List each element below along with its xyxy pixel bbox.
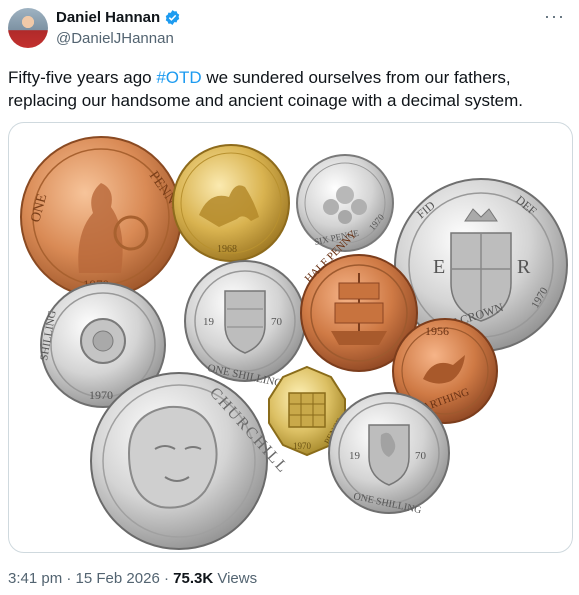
sovereign-year: 1968	[217, 244, 237, 255]
farthing-year: 1956	[425, 324, 449, 338]
threepence-year: 1970	[293, 441, 312, 451]
shilling-scottish-year-2: 70	[415, 450, 427, 462]
coins-photo: ONE PENNY 1970 1968 SIX PENCE 1970	[20, 136, 568, 550]
coin-sovereign: 1968	[172, 144, 290, 262]
half-crown-r: R	[517, 256, 531, 278]
coin-churchill-crown: CHURCHILL	[90, 372, 292, 550]
half-crown-e: E	[433, 256, 445, 278]
author-handle[interactable]: @DanielJHannan	[56, 30, 174, 47]
coin-shilling-scottish: 19 70 ONE SHILLING	[328, 392, 450, 516]
verified-badge-icon	[164, 9, 181, 26]
tweet-media-image[interactable]: ONE PENNY 1970 1968 SIX PENCE 1970	[8, 122, 573, 553]
coin-shilling-middle: 19 70 ONE SHILLING	[184, 260, 306, 390]
tweet-text-before: Fifty-five years ago	[8, 68, 157, 87]
shilling-english-year: 1970	[89, 388, 113, 402]
tweet-date[interactable]: 15 Feb 2026	[76, 570, 160, 587]
views-label: Views	[217, 570, 258, 587]
shilling-middle-year-1: 19	[203, 316, 215, 328]
more-options-icon[interactable]: ···	[544, 6, 565, 27]
views-count: 75.3K	[173, 570, 214, 587]
coin-penny: ONE PENNY 1970	[20, 136, 185, 298]
tweet-text: Fifty-five years ago #OTD we sundered ou…	[8, 66, 568, 112]
tweet-meta: 3:41 pm · 15 Feb 2026 · 75.3K Views	[8, 570, 257, 587]
hashtag-link[interactable]: #OTD	[156, 68, 201, 87]
shilling-scottish-year-1: 19	[349, 450, 361, 462]
author-display-name[interactable]: Daniel Hannan	[56, 9, 160, 26]
avatar[interactable]	[8, 8, 48, 48]
meta-separator-2: ·	[163, 570, 169, 587]
meta-separator: ·	[66, 570, 72, 587]
tweet-time[interactable]: 3:41 pm	[8, 570, 62, 587]
author-name-row: Daniel Hannan	[56, 9, 181, 26]
shilling-middle-year-2: 70	[271, 316, 283, 328]
